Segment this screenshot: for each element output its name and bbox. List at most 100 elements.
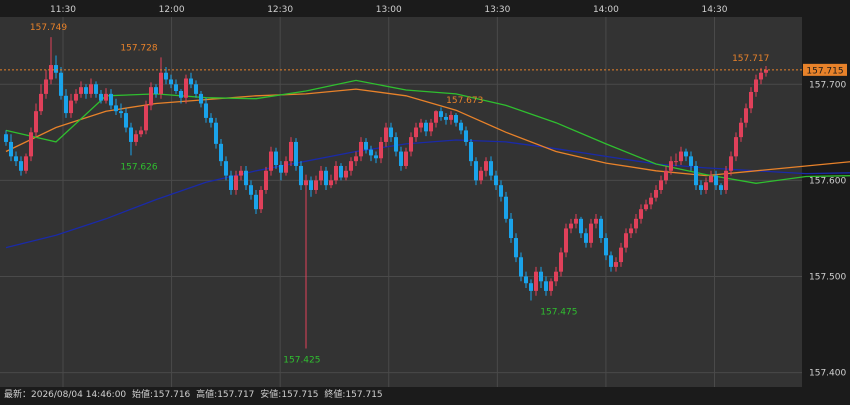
candle-down: [249, 185, 253, 195]
candle-down: [539, 271, 543, 282]
candle-down: [509, 218, 513, 239]
candle-up: [704, 182, 708, 190]
candle-up: [549, 281, 553, 291]
candle-down: [174, 84, 178, 91]
candle-up: [44, 79, 48, 94]
candle-down: [699, 185, 703, 190]
candle-down: [609, 255, 613, 267]
candle-down: [369, 149, 373, 156]
candle-up: [144, 105, 148, 131]
candle-down: [714, 175, 718, 186]
candle-up: [284, 161, 288, 173]
candle-down: [9, 141, 13, 157]
candle-down: [214, 122, 218, 144]
candle-up: [79, 87, 83, 94]
high-annotation: 157.749: [30, 23, 67, 33]
candle-up: [709, 175, 713, 183]
candle-up: [434, 111, 438, 123]
candle-up: [564, 228, 568, 253]
candle-down: [54, 65, 58, 73]
candle-down: [204, 103, 208, 118]
candle-down: [154, 87, 158, 94]
candle-down: [219, 143, 223, 162]
candle-down: [194, 84, 198, 94]
candle-up: [334, 165, 338, 181]
candle-up: [39, 93, 43, 112]
y-tick-label: 157.700: [809, 80, 846, 90]
candle-down: [599, 218, 603, 239]
candle-down: [299, 165, 303, 186]
x-tick-label: 12:00: [159, 5, 185, 15]
candle-up: [184, 78, 188, 98]
candle-up: [329, 180, 333, 186]
candle-down: [719, 185, 723, 190]
candle-up: [384, 127, 388, 142]
candle-up: [554, 271, 558, 282]
candle-down: [454, 115, 458, 123]
candle-up: [404, 151, 408, 166]
x-tick-label: 13:00: [376, 5, 402, 15]
x-tick-label: 14:00: [593, 5, 619, 15]
candle-down: [224, 161, 228, 176]
candle-up: [354, 156, 358, 162]
candle-down: [504, 196, 508, 219]
candle-up: [754, 79, 758, 92]
candle-down: [309, 180, 313, 190]
candle-down: [199, 93, 203, 104]
footer-high: 高値:157.717: [196, 390, 255, 400]
candle-up: [739, 122, 743, 138]
candle-up: [419, 122, 423, 128]
candle-down: [544, 281, 548, 291]
candle-up: [139, 130, 143, 135]
candle-up: [674, 161, 678, 163]
candle-up: [664, 170, 668, 181]
candle-up: [359, 141, 363, 157]
candle-up: [49, 65, 53, 80]
candle-down: [19, 161, 23, 171]
candle-up: [304, 180, 308, 186]
candle-up: [29, 132, 33, 157]
candle-up: [744, 108, 748, 123]
candle-up: [239, 170, 243, 176]
candle-up: [319, 170, 323, 181]
candle-down: [99, 93, 103, 101]
candle-down: [584, 233, 588, 243]
candle-down: [114, 105, 118, 112]
candle-up: [659, 180, 663, 190]
candle-up: [624, 233, 628, 248]
candle-down: [374, 155, 378, 159]
low-annotation: 157.475: [540, 308, 577, 318]
y-tick-label: 157.600: [809, 176, 846, 186]
candle-down: [439, 111, 443, 117]
candle-down: [244, 170, 248, 186]
candle-down: [84, 87, 88, 94]
candle-down: [694, 165, 698, 186]
candle-up: [614, 262, 618, 267]
y-tick-label: 157.500: [809, 272, 846, 282]
candle-down: [179, 91, 183, 98]
candle-up: [479, 170, 483, 181]
candle-down: [119, 111, 123, 114]
candle-up: [574, 218, 578, 224]
candle-down: [59, 72, 63, 96]
candle-down: [109, 93, 113, 106]
candle-up: [759, 72, 763, 80]
candle-up: [149, 87, 153, 106]
candle-up: [654, 189, 658, 198]
candle-up: [669, 161, 673, 171]
candle-up: [289, 141, 293, 162]
x-tick-label: 13:30: [484, 5, 510, 15]
candle-down: [274, 151, 278, 165]
candle-up: [639, 209, 643, 219]
candle-down: [94, 84, 98, 94]
candle-up: [414, 127, 418, 138]
high-annotation: 157.717: [732, 54, 769, 64]
candle-up: [729, 156, 733, 171]
candle-up: [589, 223, 593, 243]
candle-up: [69, 100, 73, 114]
candle-up: [264, 170, 268, 190]
candle-up: [34, 111, 38, 133]
low-annotation: 157.626: [120, 162, 157, 172]
candle-up: [74, 93, 78, 101]
candle-down: [444, 116, 448, 120]
